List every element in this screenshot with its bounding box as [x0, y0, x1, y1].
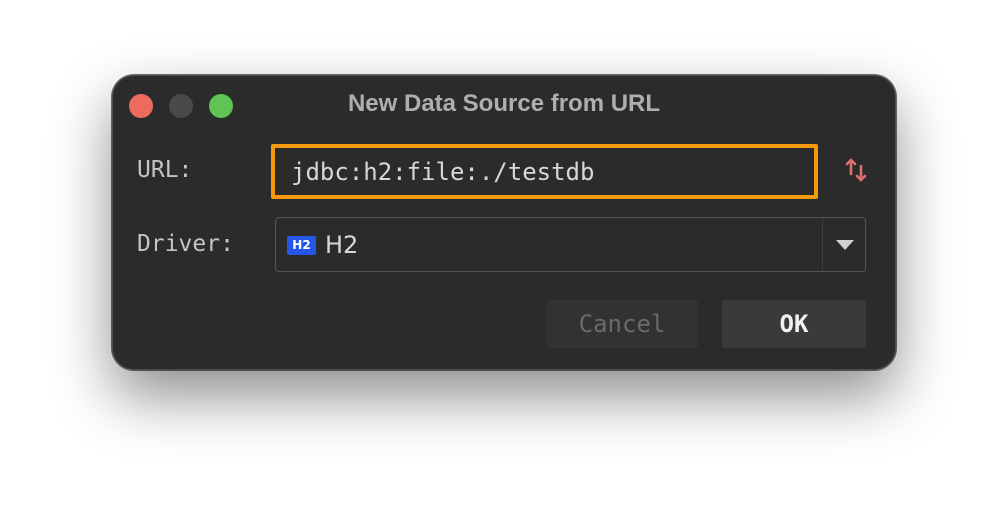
cancel-button[interactable]: Cancel	[546, 300, 698, 348]
url-input-value: jdbc:h2:file:./testdb	[291, 158, 595, 186]
dialog-title: New Data Source from URL	[347, 90, 661, 117]
h2-database-icon: H2	[287, 236, 316, 255]
ok-button[interactable]: OK	[722, 300, 866, 348]
url-label: URL:	[137, 157, 193, 183]
desktop-backdrop: New Data Source from URL URL: jdbc:h2:fi…	[0, 0, 1008, 518]
swap-vertical-arrows-icon[interactable]	[845, 156, 867, 184]
new-data-source-dialog: New Data Source from URL URL: jdbc:h2:fi…	[112, 75, 896, 370]
driver-selected-value: H2	[325, 231, 359, 259]
driver-label: Driver:	[137, 231, 234, 257]
url-input[interactable]: jdbc:h2:file:./testdb	[271, 144, 818, 199]
driver-select[interactable]: H2 H2	[275, 217, 866, 272]
chevron-down-icon[interactable]	[836, 240, 854, 250]
dropdown-divider	[822, 218, 823, 271]
